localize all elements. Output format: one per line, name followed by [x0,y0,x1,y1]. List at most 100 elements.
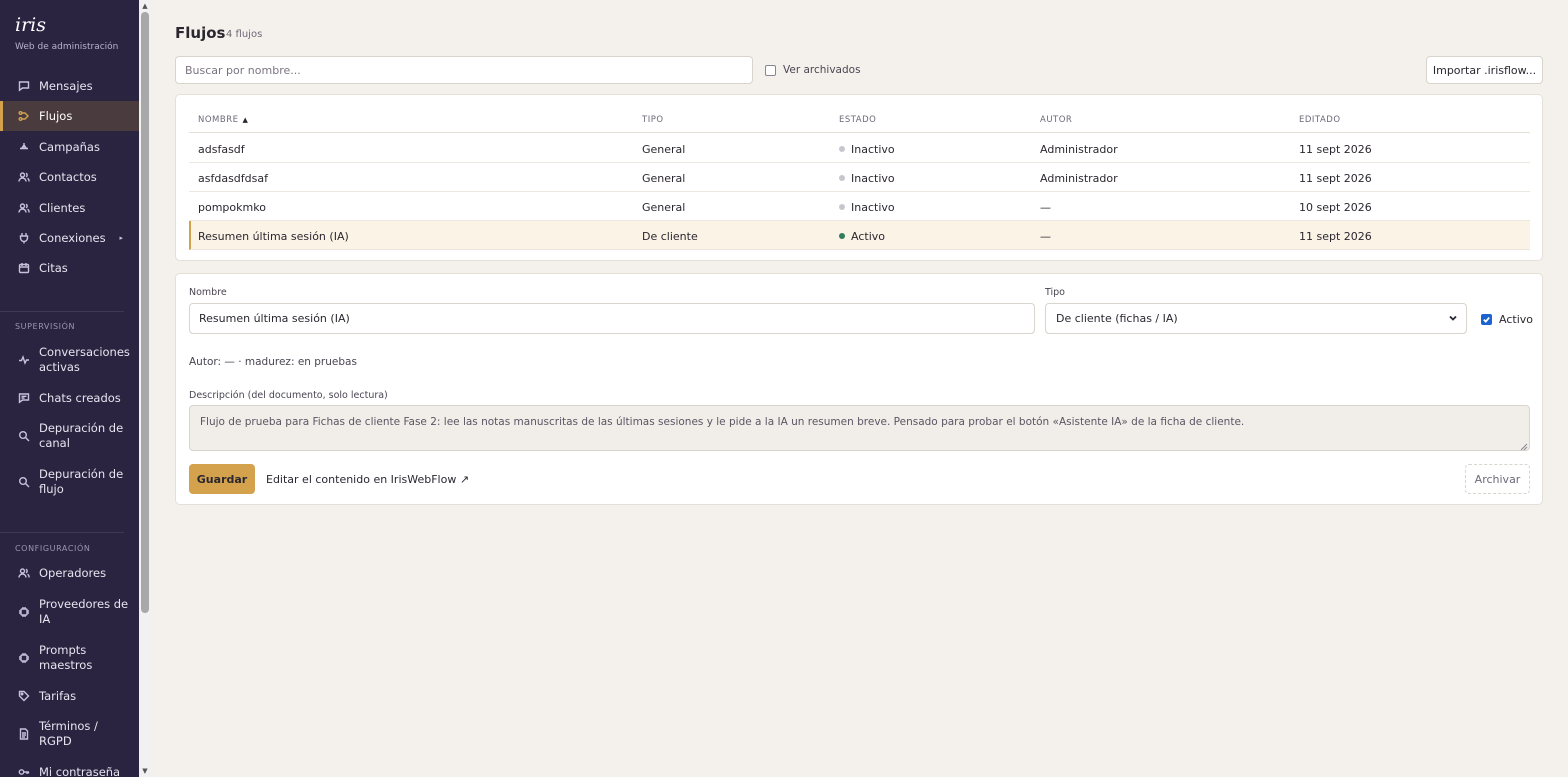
scroll-up-arrow-icon[interactable]: ▲ [141,2,149,10]
sidebar-item-depuracion-canal[interactable]: Depuración de canal [0,420,139,452]
table-row[interactable]: asfdasdfdsaf General Inactivo Administra… [189,163,1530,192]
column-header-editado[interactable]: EDITADO [1299,115,1341,125]
cell-edited: 11 sept 2026 [1299,172,1372,185]
archive-button[interactable]: Archivar [1465,464,1530,494]
chip-icon [18,652,30,664]
flow-icon [18,110,30,122]
sidebar-item-tarifas[interactable]: Tarifas [0,687,139,705]
show-archived-toggle[interactable]: Ver archivados [765,64,861,76]
sidebar-item-label: Prompts maestros [39,643,93,672]
description-textarea[interactable]: Flujo de prueba para Fichas de cliente F… [189,405,1530,451]
chat-icon [18,80,30,92]
cell-edited: 11 sept 2026 [1299,230,1372,243]
sidebar-item-conexiones[interactable]: Conexiones ▸ [0,229,139,247]
sidebar-item-label: Depuración de flujo [39,467,124,496]
search-icon [18,430,30,442]
cell-author: Administrador [1040,143,1118,156]
cell-author: Administrador [1040,172,1118,185]
name-field[interactable] [189,303,1035,334]
type-select-value: De cliente (fichas / IA) [1056,312,1178,325]
type-select[interactable]: De cliente (fichas / IA) [1045,303,1467,334]
author-maturity-info: Autor: — · madurez: en pruebas [189,356,357,368]
sort-ascending-icon: ▲ [242,116,249,124]
active-checkbox[interactable] [1481,314,1492,325]
table-row[interactable]: adsfasdf General Inactivo Administrador … [189,134,1530,163]
sidebar-item-label: Contactos [39,169,97,184]
flow-count: 4 flujos [226,29,263,40]
column-header-tipo[interactable]: TIPO [642,115,664,125]
sidebar-item-label: Operadores [39,565,107,580]
document-icon [18,728,30,740]
import-irisflow-button[interactable]: Importar .irisflow... [1426,56,1543,84]
tag-icon [18,690,30,702]
sidebar-item-depuracion-flujo[interactable]: Depuración de flujo [0,466,139,498]
sidebar-item-mi-contrasena[interactable]: Mi contraseña [0,763,139,777]
chip-icon [18,606,30,618]
cell-type: General [642,172,686,185]
table-header: NOMBRE ▲ TIPO ESTADO AUTOR EDITADO [189,107,1530,133]
main-content: Flujos 4 flujos Ver archivados Importar … [151,0,1568,777]
type-label: Tipo [1045,287,1065,298]
key-icon [18,766,30,777]
search-input[interactable] [175,56,753,84]
sidebar-item-citas[interactable]: Citas [0,259,139,277]
brand-logo[interactable]: iris [15,14,124,36]
edit-in-iriswebflow-link[interactable]: Editar el contenido en IrisWebFlow ↗ [266,473,469,486]
sidebar-item-label: Depuración de canal [39,421,124,450]
cell-status: Inactivo [839,172,895,185]
status-dot-icon [839,146,845,152]
sidebar-item-flujos[interactable]: Flujos [0,101,139,131]
sidebar-item-label: Proveedores de IA [39,597,129,626]
sidebar-item-label: Flujos [39,108,73,123]
page-title: Flujos [175,24,226,42]
sidebar-divider [0,311,124,312]
active-toggle[interactable]: Activo [1481,313,1533,326]
cell-name: adsfasdf [198,143,245,156]
column-header-nombre[interactable]: NOMBRE ▲ [198,115,248,125]
sidebar-item-label: Términos / RGPD [39,719,98,748]
cell-status: Inactivo [839,143,895,156]
scrollbar-thumb[interactable] [141,12,149,613]
column-header-autor[interactable]: AUTOR [1040,115,1072,125]
flows-table: NOMBRE ▲ TIPO ESTADO AUTOR EDITADO adsfas… [175,94,1543,261]
sidebar-item-prompts-maestros[interactable]: Prompts maestros [0,642,139,674]
sidebar-item-chats-creados[interactable]: Chats creados [0,389,139,407]
table-row-selected[interactable]: Resumen última sesión (IA) De cliente Ac… [189,221,1530,250]
sidebar-item-clientes[interactable]: Clientes [0,199,139,217]
sidebar-item-label: Clientes [39,200,86,215]
activity-icon [18,354,30,366]
sidebar-item-conversaciones-activas[interactable]: Conversaciones activas [0,344,139,376]
sidebar-item-campanas[interactable]: Campañas [0,138,139,156]
users-icon [18,202,30,214]
show-archived-checkbox[interactable] [765,64,776,76]
cell-name: Resumen última sesión (IA) [198,230,349,243]
sidebar-item-label: Campañas [39,139,100,154]
sidebar-scrollbar[interactable]: ▲ ▼ [139,0,151,777]
sidebar-item-label: Tarifas [39,688,77,703]
cell-author: — [1040,230,1051,243]
table-row[interactable]: pompokmko General Inactivo — 10 sept 202… [189,192,1530,221]
sidebar-item-operadores[interactable]: Operadores [0,564,139,582]
sidebar-item-terminos-rgpd[interactable]: Términos / RGPD [0,718,139,750]
sidebar-item-mensajes[interactable]: Mensajes [0,77,139,95]
chevron-down-icon [1448,313,1458,323]
brand: iris Web de administración [0,0,139,70]
status-dot-icon [839,233,845,239]
sidebar-section-title: SUPERVISIÓN [15,322,76,331]
cell-author: — [1040,201,1051,214]
resize-grip-icon[interactable] [1520,441,1528,451]
sidebar: iris Web de administración Mensajes Fluj… [0,0,139,777]
sidebar-item-label: Conversaciones activas [39,345,130,374]
search-icon [18,476,30,488]
active-label: Activo [1499,313,1533,326]
cell-edited: 11 sept 2026 [1299,143,1372,156]
column-header-estado[interactable]: ESTADO [839,115,876,125]
sidebar-divider [0,532,124,533]
sidebar-item-label: Conexiones [39,230,106,245]
sidebar-item-contactos[interactable]: Contactos [0,168,139,186]
sidebar-item-proveedores-ia[interactable]: Proveedores de IA [0,596,139,628]
scroll-down-arrow-icon[interactable]: ▼ [141,767,149,775]
save-button[interactable]: Guardar [189,464,255,494]
users-icon [18,171,30,183]
cell-type: General [642,143,686,156]
